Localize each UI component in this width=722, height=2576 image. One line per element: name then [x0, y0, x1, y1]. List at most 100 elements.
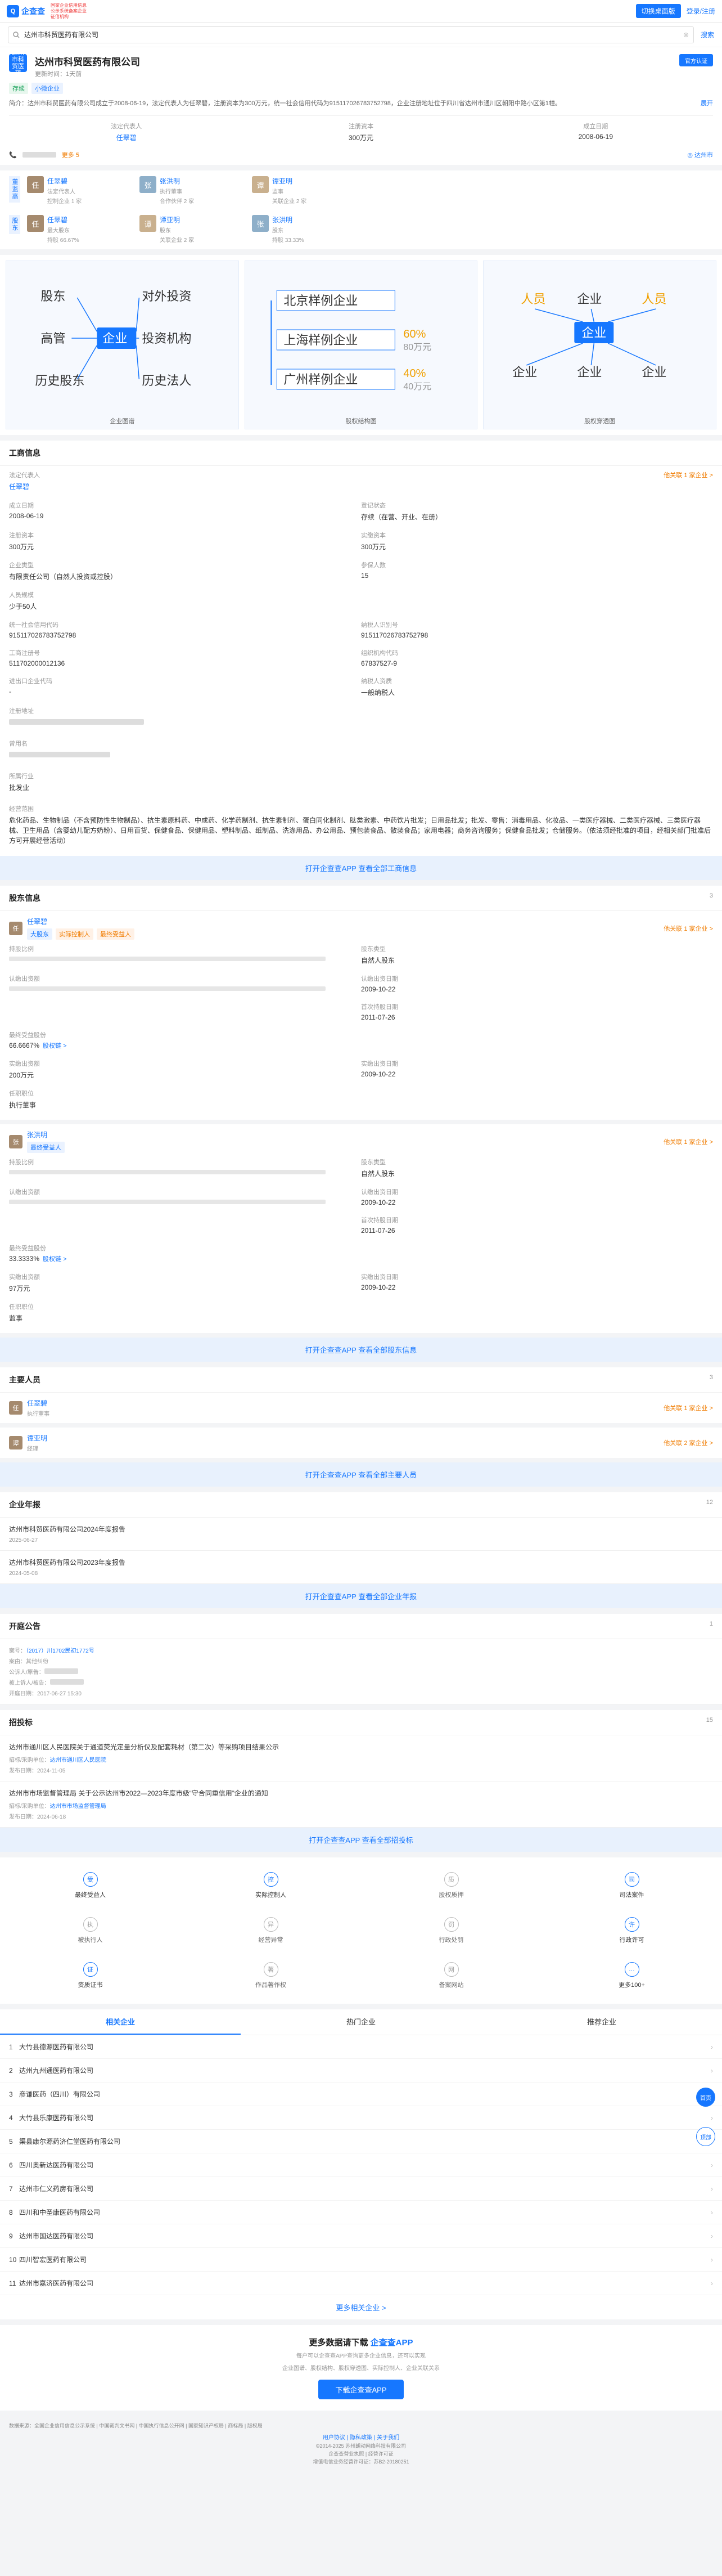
company-name-link[interactable]: 达州市国达医药有限公司	[19, 2231, 711, 2241]
graph-percent: 60%	[403, 328, 426, 340]
related-company-row[interactable]: 3彦谦医药（四川）有限公司›	[0, 2083, 722, 2106]
company-name-link[interactable]: 四川奥新达医药有限公司	[19, 2160, 711, 2170]
related-company-row[interactable]: 1 大竹县德源医药有限公司 ›	[0, 2035, 722, 2059]
feature-股权质押[interactable]: 质股权质押	[361, 1863, 542, 1908]
company-logo: 达州市科贸医药	[9, 50, 27, 77]
related-company-row[interactable]: 8 四川和中圣康医药有限公司 ›	[0, 2201, 722, 2224]
search-input[interactable]: 达州市科贸医药有限公司 ⊗	[8, 26, 694, 43]
related-company-row[interactable]: 9 达州市国达医药有限公司 ›	[0, 2224, 722, 2248]
avatar: 任	[27, 176, 44, 193]
blurred-value	[9, 1170, 326, 1174]
company-name-link[interactable]: 达州九州通医药有限公司	[19, 2066, 711, 2075]
equity-structure-graph[interactable]: 北京样例企业 上海样例企业 60% 80万元 广州样例企业 40% 40万元 股…	[244, 261, 478, 429]
feature-司法案件[interactable]: 司司法案件	[542, 1863, 722, 1908]
info-value: 有限责任公司（自然人投资或控股）	[9, 573, 118, 581]
tab-recommend[interactable]: 推荐企业	[481, 2009, 722, 2035]
person-card[interactable]: 谭谭亚明 股东 关联企业 2 家	[139, 215, 241, 244]
search-button[interactable]: 搜索	[701, 30, 714, 39]
logo[interactable]: Q 企查查	[7, 5, 45, 17]
person-name[interactable]: 谭亚明	[27, 1433, 47, 1443]
shareholder-name[interactable]: 任翠碧	[27, 917, 134, 926]
equity-chain-link[interactable]: 股权链 >	[43, 1256, 66, 1263]
list-item[interactable]: 达州市市场监督管理局 关于公示达州市2022—2023年度市级“守合同重信用”企…	[0, 1781, 722, 1828]
equity-penetration-graph[interactable]: 人员 企业 人员 企业 企业 企业 企业 股权穿透图	[483, 261, 717, 429]
feature-更多100+[interactable]: … 更多100+	[542, 1953, 722, 1998]
legal-rep-link[interactable]: 任翠碧	[9, 482, 40, 492]
phone-more[interactable]: 更多 5	[62, 150, 79, 159]
back-to-top-button[interactable]: 顶部	[696, 2127, 715, 2146]
open-app-button[interactable]: 打开企查查APP 查看全部股东信息	[0, 1338, 722, 1362]
feature-备案网站[interactable]: 网备案网站	[361, 1953, 542, 1998]
clear-icon[interactable]: ⊗	[683, 31, 689, 39]
related-company-row[interactable]: 6 四川奥新达医药有限公司 ›	[0, 2153, 722, 2177]
download-app-button[interactable]: 下载企查查APP	[318, 2380, 404, 2399]
related-companies-link[interactable]: 他关联 1 家企业 >	[664, 470, 713, 492]
location-link[interactable]: ◎ 达州市	[687, 150, 713, 159]
feature-行政许可[interactable]: 许行政许可	[542, 1908, 722, 1953]
feature-被执行人[interactable]: 执被执行人	[0, 1908, 180, 1953]
open-app-button[interactable]: 打开企查查APP 查看全部企业年报	[0, 1584, 722, 1608]
court-notice-section: 开庭公告 1 案号：（2017）川1702民初1772号 案由：其他纠纷 公诉人/…	[0, 1614, 722, 1704]
enterprise-graph[interactable]: 股东 对外投资 高管 企业 投资机构 历史股东 历史法人 企业图谱	[6, 261, 239, 429]
related-company-row[interactable]: 4 大竹县乐康医药有限公司 ›	[0, 2106, 722, 2130]
shareholder-section: 股东信息 3 任任翠碧 大股东 实际控制人 最终受益人 他关联 1 家企业 > 持股比例 股东…	[0, 886, 722, 1362]
equity-chain-link[interactable]: 股权链 >	[43, 1043, 66, 1049]
person-row[interactable]: 任任翠碧 执行董事 他关联 1 家企业 >	[0, 1393, 722, 1428]
open-app-button[interactable]: 打开企查查APP 查看全部招投标	[0, 1828, 722, 1852]
person-card[interactable]: 张张洪明 执行董事 合作伙伴 2 家	[139, 176, 241, 205]
company-name-link[interactable]: 达州市嘉济医药有限公司	[19, 2278, 711, 2288]
bidding-section: 招投标 15 达州市通川区人民医院关于通道荧光定量分析仪及配套耗材（第二次）等采购…	[0, 1710, 722, 1852]
related-companies-link[interactable]: 他关联 1 家企业 >	[664, 1403, 713, 1412]
person-name[interactable]: 任翠碧	[27, 1398, 49, 1408]
shareholder-name[interactable]: 张洪明	[27, 1130, 65, 1139]
person-card[interactable]: 张张洪明 股东 持股 33.33%	[252, 215, 353, 244]
related-company-row[interactable]: 11 达州市嘉济医药有限公司 ›	[0, 2272, 722, 2295]
related-company-row[interactable]: 2 达州九州通医药有限公司 ›	[0, 2059, 722, 2083]
company-name-link[interactable]: 彦谦医药（四川）有限公司	[19, 2089, 711, 2099]
list-item[interactable]: 达州市科贸医药有限公司2024年度报告 2025-06-27	[0, 1518, 722, 1551]
feature-最终受益人[interactable]: 受最终受益人	[0, 1863, 180, 1908]
company-name-link[interactable]: 四川智宏医药有限公司	[19, 2255, 711, 2264]
footer-links[interactable]: 用户协议 | 隐私政策 | 关于我们	[9, 2434, 713, 2442]
list-item[interactable]: 达州市通川区人民医院关于通道荧光定量分析仪及配套耗材（第二次）等采购项目结果公示…	[0, 1735, 722, 1781]
feature-行政处罚[interactable]: 罚行政处罚	[361, 1908, 542, 1953]
info-item: 实缴出资额 200万元	[9, 1054, 361, 1084]
info-key: 任职职位	[9, 1304, 34, 1311]
open-app-button[interactable]: 打开企查查APP 查看全部工商信息	[0, 856, 722, 880]
person-row[interactable]: 谭谭亚明 经理 他关联 2 家企业 >	[0, 1428, 722, 1462]
feature-icon: 控	[263, 1872, 278, 1887]
company-name-link[interactable]: 大竹县乐康医药有限公司	[19, 2113, 711, 2122]
feature-实际控制人[interactable]: 控实际控制人	[180, 1863, 361, 1908]
row-number: 7	[9, 2184, 13, 2193]
list-item[interactable]: 达州市科贸医药有限公司2023年度报告 2024-05-08	[0, 1551, 722, 1584]
list-item[interactable]: 案号：（2017）川1702民初1772号 案由：其他纠纷 公诉人/原告： 被上…	[0, 1639, 722, 1704]
person-card[interactable]: 任任翠碧 最大股东 持股 66.67%	[27, 215, 128, 244]
related-company-row[interactable]: 7 达州市仁义药房有限公司 ›	[0, 2177, 722, 2201]
related-company-row[interactable]: 5渠县康尔源药济仁堂医药有限公司›	[0, 2130, 722, 2153]
company-name-link[interactable]: 大竹县德源医药有限公司	[19, 2042, 711, 2052]
info-item	[361, 1239, 713, 1268]
person-card[interactable]: 谭谭亚明 监事 关联企业 2 家	[252, 176, 353, 205]
feature-资质证书[interactable]: 证资质证书	[0, 1953, 180, 1998]
related-companies-link[interactable]: 他关联 2 家企业 >	[664, 1438, 713, 1447]
tab-related[interactable]: 相关企业	[0, 2009, 241, 2035]
feature-作品著作权[interactable]: 著作品著作权	[180, 1953, 361, 1998]
more-related-link[interactable]: 更多相关企业 >	[0, 2295, 722, 2319]
login-link[interactable]: 登录/注册	[687, 6, 715, 16]
claim-badge[interactable]: 官方认证	[679, 54, 713, 66]
person-card[interactable]: 任任翠碧 法定代表人 控制企业 1 家	[27, 176, 128, 205]
home-float-button[interactable]: 首页	[696, 2088, 715, 2107]
related-companies-link[interactable]: 他关联 1 家企业 >	[664, 1137, 713, 1146]
intro-expand-link[interactable]: 展开	[701, 100, 713, 107]
related-companies-link[interactable]: 他关联 1 家企业 >	[664, 924, 713, 933]
open-app-button[interactable]: 打开企查查APP 查看全部主要人员	[0, 1462, 722, 1487]
switch-desktop-button[interactable]: 切换桌面版	[635, 4, 681, 18]
tab-hot[interactable]: 热门企业	[241, 2009, 481, 2035]
company-name-link[interactable]: 四川和中圣康医药有限公司	[19, 2207, 711, 2217]
info-item: 人员规模 少于50人	[9, 586, 361, 616]
related-company-row[interactable]: 10 四川智宏医药有限公司 ›	[0, 2248, 722, 2272]
info-item: 统一社会信用代码 915117026783752798	[9, 616, 361, 644]
feature-经营异常[interactable]: 异经营异常	[180, 1908, 361, 1953]
company-name-link[interactable]: 达州市仁义药房有限公司	[19, 2184, 711, 2193]
company-name-link[interactable]: 渠县康尔源药济仁堂医药有限公司	[19, 2137, 711, 2146]
